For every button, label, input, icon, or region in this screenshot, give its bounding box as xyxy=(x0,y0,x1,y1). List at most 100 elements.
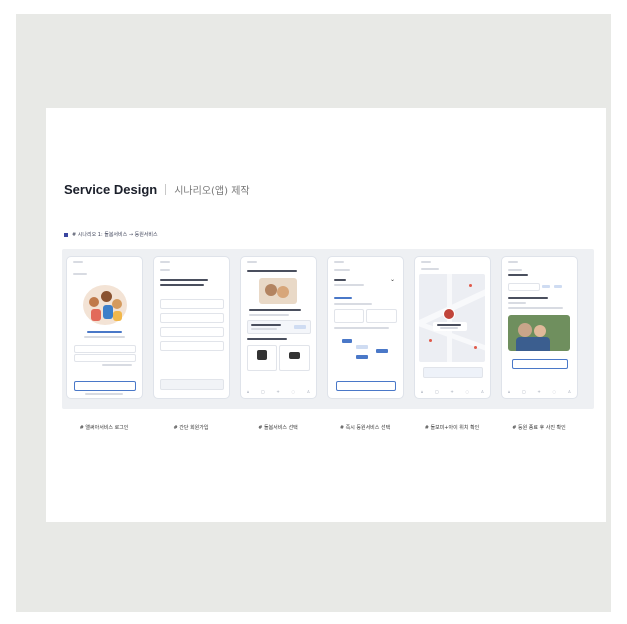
time-picker-value[interactable] xyxy=(356,345,368,349)
verification-field[interactable] xyxy=(160,341,224,351)
nav-home-icon[interactable]: ⌂ xyxy=(421,389,424,394)
status-bar xyxy=(247,261,257,263)
nav-calendar-icon[interactable]: ▢ xyxy=(261,389,265,394)
nav-plus-icon[interactable]: + xyxy=(537,389,540,394)
location-address xyxy=(334,284,364,286)
bottom-nav: ⌂ ▢ + ◌ ♙ xyxy=(502,389,577,394)
header-line xyxy=(334,269,350,271)
signup-link[interactable] xyxy=(85,393,123,395)
welcome-text-line xyxy=(84,336,125,338)
time-picker-value[interactable] xyxy=(342,339,352,343)
section-label xyxy=(334,297,352,299)
map-pin-icon xyxy=(469,284,472,287)
chevron-down-icon[interactable]: ⌄ xyxy=(390,276,395,283)
nav-chat-icon[interactable]: ◌ xyxy=(552,389,556,394)
commute-history-heading xyxy=(508,274,528,276)
search-input[interactable] xyxy=(508,283,540,291)
nav-profile-icon[interactable]: ♙ xyxy=(568,389,572,394)
find-account-links[interactable] xyxy=(102,364,132,366)
phone-screen-commute-select: ⌄ xyxy=(327,256,404,399)
nav-chat-icon[interactable]: ◌ xyxy=(465,389,469,394)
phone-field[interactable] xyxy=(160,327,224,337)
greeting-heading xyxy=(247,270,297,272)
family-photo-image xyxy=(259,278,297,304)
nav-home-icon[interactable]: ⌂ xyxy=(508,389,511,394)
title-divider xyxy=(165,184,167,195)
header-line xyxy=(421,268,439,270)
signup-heading-line xyxy=(160,279,208,281)
caregiver-avatar xyxy=(443,308,455,320)
service-info-card[interactable] xyxy=(247,320,311,334)
map-pin-icon xyxy=(429,339,432,342)
scenario-label: # 시나리오 1: 돌봄서비스 → 등원서비스 xyxy=(64,231,158,238)
caption-signup: # 간단 회원가입 xyxy=(173,425,209,431)
next-button[interactable] xyxy=(160,379,224,390)
signup-heading-line xyxy=(160,284,204,286)
end-tracking-button[interactable] xyxy=(423,367,483,378)
slide: Service Design 시나리오(앱) 제작 # 시나리오 1: 돌봄서비… xyxy=(46,108,606,522)
completion-photo-image[interactable] xyxy=(508,315,570,351)
header-line xyxy=(160,269,170,271)
care-select-heading xyxy=(247,338,287,340)
record-meta xyxy=(508,302,526,304)
header-line xyxy=(508,269,522,271)
birthdate-field[interactable] xyxy=(160,313,224,323)
screens-strip: ⌂ ▢ + ◌ ♙ ⌄ ⌂ ▢ + ◌ ♙ ⌂ ▢ + ◌ ♙ xyxy=(62,249,594,409)
caption-map: # 돌보미+아이 위치 확인 xyxy=(424,425,480,431)
confirm-button[interactable] xyxy=(336,381,396,391)
phone-screen-map: ⌂ ▢ + ◌ ♙ xyxy=(414,256,491,399)
section-desc xyxy=(334,303,372,305)
caption-care-select: # 돌봄서비스 선택 xyxy=(258,425,298,431)
password-input[interactable] xyxy=(74,354,136,362)
status-bar xyxy=(334,261,344,263)
filter-chip[interactable] xyxy=(542,285,550,288)
view-photo-button[interactable] xyxy=(512,359,568,369)
name-field[interactable] xyxy=(160,299,224,309)
scenario-text: # 시나리오 1: 돌봄서비스 → 등원서비스 xyxy=(72,232,158,238)
kids-illustration-image xyxy=(83,285,127,325)
bottom-nav: ⌂ ▢ + ◌ ♙ xyxy=(415,389,490,394)
title-main: Service Design xyxy=(64,182,158,197)
scenario-marker-icon xyxy=(64,232,68,237)
commute-option-button[interactable] xyxy=(279,345,310,371)
caption-login: # 앨써아서비스 로그인 xyxy=(79,425,129,431)
status-bar xyxy=(508,261,518,263)
time-picker-value[interactable] xyxy=(356,355,368,359)
location-tooltip xyxy=(433,322,467,331)
map-view[interactable] xyxy=(419,274,485,362)
record-title xyxy=(508,297,548,299)
id-input[interactable] xyxy=(74,345,136,353)
title-sub: 시나리오(앱) 제작 xyxy=(174,186,250,197)
caption-photo: # 등원 종료 후 사진 확인 xyxy=(512,425,566,431)
time-option-button[interactable] xyxy=(366,309,397,323)
nav-plus-icon[interactable]: + xyxy=(276,389,279,394)
welcome-text-line xyxy=(87,331,122,333)
bottom-nav: ⌂ ▢ + ◌ ♙ xyxy=(241,389,316,394)
service-promo-line xyxy=(249,314,289,316)
nav-profile-icon[interactable]: ♙ xyxy=(307,389,311,394)
slide-title: Service Design 시나리오(앱) 제작 xyxy=(64,182,250,197)
login-button[interactable] xyxy=(74,381,136,391)
nav-chat-icon[interactable]: ◌ xyxy=(291,389,295,394)
time-picker-value[interactable] xyxy=(376,349,388,353)
nav-home-icon[interactable]: ⌂ xyxy=(247,389,250,394)
caption-commute-select: # 즉시 등원서비스 선택 xyxy=(339,425,391,431)
header-line xyxy=(73,273,87,275)
care-option-button[interactable] xyxy=(247,345,277,371)
nav-calendar-icon[interactable]: ▢ xyxy=(435,389,439,394)
phone-screen-signup xyxy=(153,256,230,399)
service-promo-line xyxy=(249,309,301,311)
record-desc xyxy=(508,307,563,309)
map-pin-icon xyxy=(474,346,477,349)
status-bar xyxy=(160,261,170,263)
location-label xyxy=(334,279,346,281)
nav-profile-icon[interactable]: ♙ xyxy=(481,389,485,394)
time-option-button[interactable] xyxy=(334,309,364,323)
nav-plus-icon[interactable]: + xyxy=(450,389,453,394)
filter-chip[interactable] xyxy=(554,285,562,288)
status-bar xyxy=(421,261,431,263)
phone-screen-photo: ⌂ ▢ + ◌ ♙ xyxy=(501,256,578,399)
nav-calendar-icon[interactable]: ▢ xyxy=(522,389,526,394)
option-line xyxy=(334,327,389,329)
phone-screen-care-select: ⌂ ▢ + ◌ ♙ xyxy=(240,256,317,399)
